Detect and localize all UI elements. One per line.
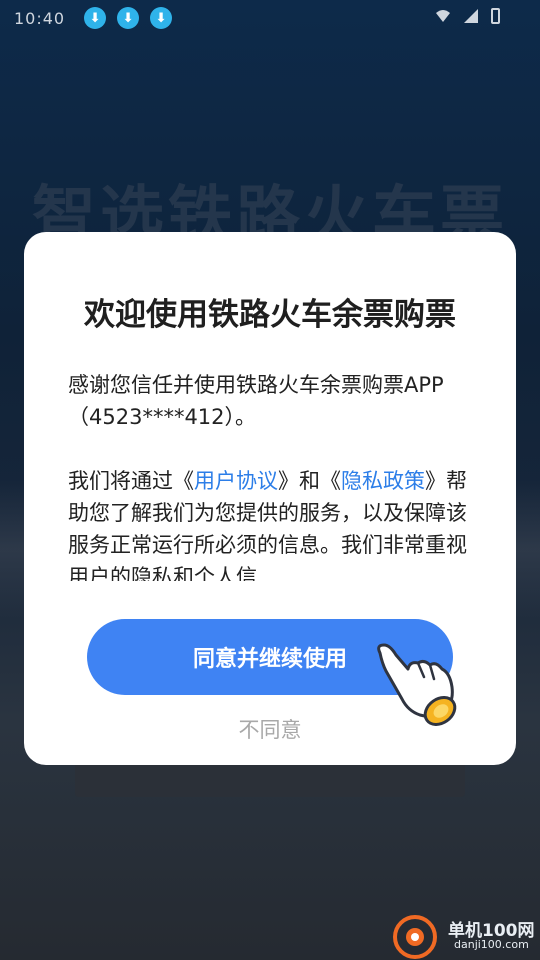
disagree-button[interactable]: 不同意 — [24, 714, 516, 744]
status-bar: 10:40 ⬇ ⬇ ⬇ — [0, 0, 540, 36]
status-time: 10:40 — [14, 8, 66, 28]
intro-paragraph: 感谢您信任并使用铁路火车余票购票APP（4523****412）。 — [68, 373, 444, 429]
dialog-title: 欢迎使用铁路火车余票购票 — [84, 297, 456, 333]
signal-icon — [464, 9, 478, 23]
privacy-dialog: 欢迎使用铁路火车余票购票 感谢您信任并使用铁路火车余票购票APP（4523***… — [24, 232, 516, 765]
battery-icon — [491, 8, 500, 24]
dialog-body[interactable]: 感谢您信任并使用铁路火车余票购票APP（4523****412）。 我们将通过《… — [68, 369, 478, 581]
status-icons — [435, 8, 500, 24]
policy-text: 》和《 — [278, 469, 341, 493]
download-icon: ⬇ — [84, 7, 107, 29]
policy-text: 我们将通过《 — [68, 469, 194, 493]
wifi-icon — [436, 10, 450, 22]
download-icon: ⬇ — [117, 7, 140, 29]
privacy-policy-link[interactable]: 隐私政策 — [341, 469, 425, 493]
site-watermark: 单机100网 danji100.com — [390, 912, 540, 960]
watermark-url: danji100.com — [454, 938, 529, 951]
user-agreement-link[interactable]: 用户协议 — [194, 469, 278, 493]
policy-paragraph: 我们将通过《用户协议》和《隐私政策》帮助您了解我们为您提供的服务，以及保障该服务… — [68, 465, 478, 581]
watermark-logo-icon — [393, 915, 437, 959]
download-icon: ⬇ — [150, 7, 173, 29]
